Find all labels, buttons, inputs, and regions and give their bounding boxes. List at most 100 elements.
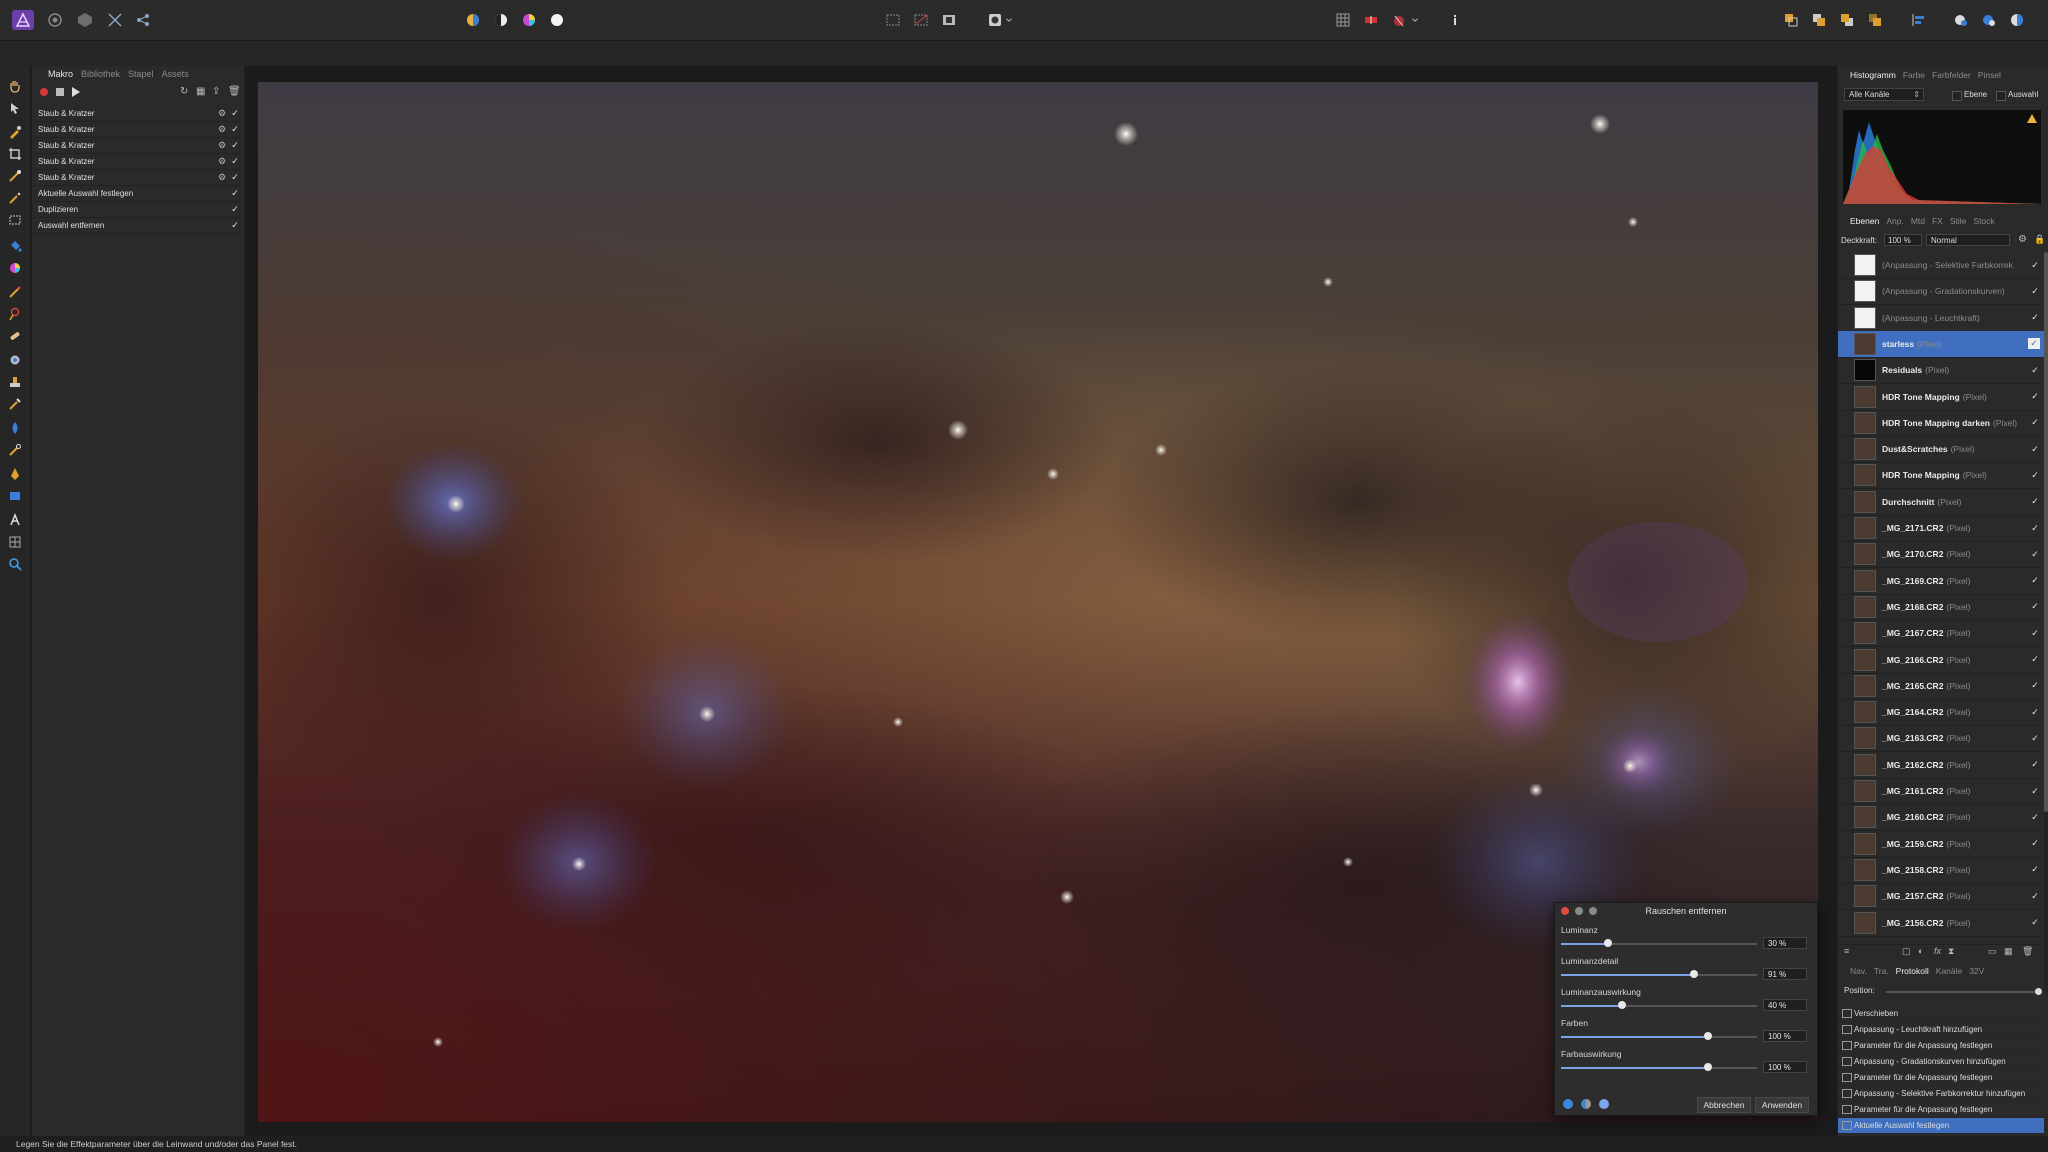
slider-value-field[interactable]: 100 % — [1763, 1030, 1807, 1042]
layers-scrollbar[interactable] — [2044, 252, 2048, 992]
slider-knob[interactable] — [1690, 970, 1699, 978]
visibility-checkbox[interactable]: ✓ — [2026, 654, 2044, 665]
mask-icon[interactable]: ▢ — [1902, 946, 1911, 957]
visibility-checkbox[interactable]: ✓ — [2026, 523, 2044, 534]
color-picker-icon[interactable] — [7, 124, 23, 140]
lock-icon[interactable]: 🔒 — [2034, 234, 2045, 245]
history-entry[interactable]: Parameter für die Anpassung festlegen — [1838, 1102, 2044, 1118]
zoom-tool-icon[interactable] — [7, 556, 23, 572]
selection-brush-icon[interactable] — [7, 168, 23, 184]
liquify-persona-icon[interactable] — [74, 10, 96, 30]
adjustment-icon[interactable]: ◐ — [1918, 946, 1923, 956]
tab-pinsel[interactable]: Pinsel — [1978, 70, 2001, 80]
history-entry[interactable]: Parameter für die Anpassung festlegen — [1838, 1038, 2044, 1054]
visibility-checkbox[interactable]: ✓ — [2026, 864, 2044, 875]
stop-button[interactable] — [56, 88, 64, 96]
layer-row[interactable]: (Anpassung - Selektive Farbkorrek ✓ — [1838, 252, 2044, 279]
mirror-icon[interactable] — [1360, 10, 1382, 30]
tab-ebenen[interactable]: Ebenen — [1850, 216, 1879, 226]
visibility-checkbox[interactable]: ✓ — [2026, 470, 2044, 481]
delete-layer-icon[interactable]: 🗑 — [2022, 946, 2033, 957]
red-eye-icon[interactable] — [7, 352, 23, 368]
macro-item[interactable]: Staub & Kratzer ⚙ ✓ — [34, 122, 242, 138]
gear-icon[interactable]: ⚙ — [216, 140, 228, 151]
visibility-checkbox[interactable]: ✓ — [2026, 759, 2044, 770]
align-icon[interactable] — [1908, 10, 1930, 30]
check-icon[interactable]: ✓ — [228, 124, 242, 135]
visibility-checkbox[interactable]: ✓ — [2026, 891, 2044, 902]
dodge-burn-icon[interactable] — [7, 306, 23, 322]
live-filter-icon[interactable]: ⧗ — [1948, 946, 1954, 957]
layer-row[interactable]: _MG_2163.CR2 (Pixel) ✓ — [1838, 725, 2044, 753]
warning-triangle-icon[interactable] — [2027, 114, 2037, 123]
slider-value-field[interactable]: 30 % — [1763, 937, 1807, 949]
invert-selection-icon[interactable] — [938, 10, 960, 30]
check-icon[interactable]: ✓ — [228, 220, 242, 231]
visibility-checkbox[interactable]: ✓ — [2026, 391, 2044, 402]
group-folder-icon[interactable]: ▭ — [1988, 946, 1997, 957]
soft-proof-icon[interactable] — [1388, 10, 1410, 30]
refresh-icon[interactable]: ↻ — [180, 86, 188, 97]
tab-makro[interactable]: Makro — [48, 69, 73, 79]
layer-row[interactable]: (Anpassung - Gradationskurven) ✓ — [1838, 278, 2044, 306]
layer-row[interactable]: _MG_2160.CR2 (Pixel) ✓ — [1838, 804, 2044, 832]
history-entry[interactable]: Aktuelle Auswahl festlegen — [1838, 1118, 2044, 1134]
slider-knob[interactable] — [1704, 1063, 1712, 1071]
inpainting-icon[interactable] — [7, 396, 23, 412]
mesh-warp-icon[interactable] — [7, 534, 23, 550]
visibility-checkbox[interactable]: ✓ — [2026, 365, 2044, 376]
visibility-checkbox[interactable]: ✓ — [2026, 601, 2044, 612]
assistant-icon[interactable] — [1950, 10, 1972, 30]
tab-anp[interactable]: Anp. — [1886, 216, 1904, 226]
marquee-tool-icon[interactable] — [7, 212, 23, 228]
select-all-icon[interactable] — [882, 10, 904, 30]
tab-bibliothek[interactable]: Bibliothek — [81, 69, 120, 79]
close-button[interactable] — [1561, 907, 1569, 915]
arrange-backward-icon[interactable] — [1808, 10, 1830, 30]
layer-row[interactable]: _MG_2162.CR2 (Pixel) ✓ — [1838, 752, 2044, 779]
auto-colors-icon[interactable] — [518, 10, 540, 30]
history-entry[interactable]: Parameter für die Anpassung festlegen — [1838, 1070, 2044, 1086]
visibility-checkbox[interactable]: ✓ — [2026, 680, 2044, 691]
minimize-button[interactable] — [1575, 907, 1583, 915]
app-logo-icon[interactable] — [12, 10, 34, 30]
layer-row[interactable]: _MG_2170.CR2 (Pixel) ✓ — [1838, 541, 2044, 569]
layer-row[interactable]: _MG_2168.CR2 (Pixel) ✓ — [1838, 594, 2044, 621]
gear-icon[interactable]: ⚙ — [216, 124, 228, 135]
tab-farbe[interactable]: Farbe — [1903, 70, 1925, 80]
tab-assets[interactable]: Assets — [162, 69, 189, 79]
layer-row[interactable]: _MG_2171.CR2 (Pixel) ✓ — [1838, 515, 2044, 542]
arrange-back-icon[interactable] — [1780, 10, 1802, 30]
layer-row[interactable]: Durchschnitt (Pixel) ✓ — [1838, 489, 2044, 516]
layer-row[interactable]: _MG_2159.CR2 (Pixel) ✓ — [1838, 831, 2044, 858]
macro-item[interactable]: Staub & Kratzer ⚙ ✓ — [34, 138, 242, 154]
arrange-forward-icon[interactable] — [1836, 10, 1858, 30]
arrange-front-icon[interactable] — [1864, 10, 1886, 30]
layer-row[interactable]: _MG_2156.CR2 (Pixel) ✓ — [1838, 910, 2044, 937]
gear-icon[interactable]: ⚙ — [216, 156, 228, 167]
visibility-checkbox[interactable]: ✓ — [2026, 444, 2044, 455]
healing-brush-icon[interactable] — [7, 328, 23, 344]
macro-item[interactable]: Staub & Kratzer ⚙ ✓ — [34, 154, 242, 170]
macro-item[interactable]: Aktuelle Auswahl festlegen ✓ — [34, 186, 242, 202]
slider-track[interactable] — [1561, 970, 1757, 978]
text-tool-icon[interactable] — [7, 512, 23, 528]
visibility-checkbox[interactable]: ✓ — [2026, 628, 2044, 639]
paint-brush-icon[interactable] — [7, 284, 23, 300]
hand-tool-icon[interactable] — [7, 78, 23, 94]
auto-contrast-icon[interactable] — [490, 10, 512, 30]
chevron-down-icon[interactable] — [1004, 10, 1014, 30]
smudge-brush-icon[interactable] — [7, 442, 23, 458]
visibility-checkbox[interactable]: ✓ — [2026, 838, 2044, 849]
layer-checkbox[interactable] — [1952, 91, 1962, 101]
delete-icon[interactable]: 🗑 — [228, 86, 241, 97]
move-tool-icon[interactable] — [7, 100, 23, 116]
tab-fx[interactable]: FX — [1932, 216, 1943, 226]
macro-item[interactable]: Auswahl entfernen ✓ — [34, 218, 242, 234]
visibility-checkbox[interactable]: ✓ — [2026, 286, 2044, 297]
position-slider[interactable] — [1886, 988, 2042, 995]
layer-row[interactable]: (Anpassung - Leuchtkraft) ✓ — [1838, 305, 2044, 332]
tab-32v[interactable]: 32V — [1969, 966, 1984, 976]
record-button[interactable] — [40, 88, 48, 96]
gear-icon[interactable]: ⚙ — [216, 108, 228, 119]
